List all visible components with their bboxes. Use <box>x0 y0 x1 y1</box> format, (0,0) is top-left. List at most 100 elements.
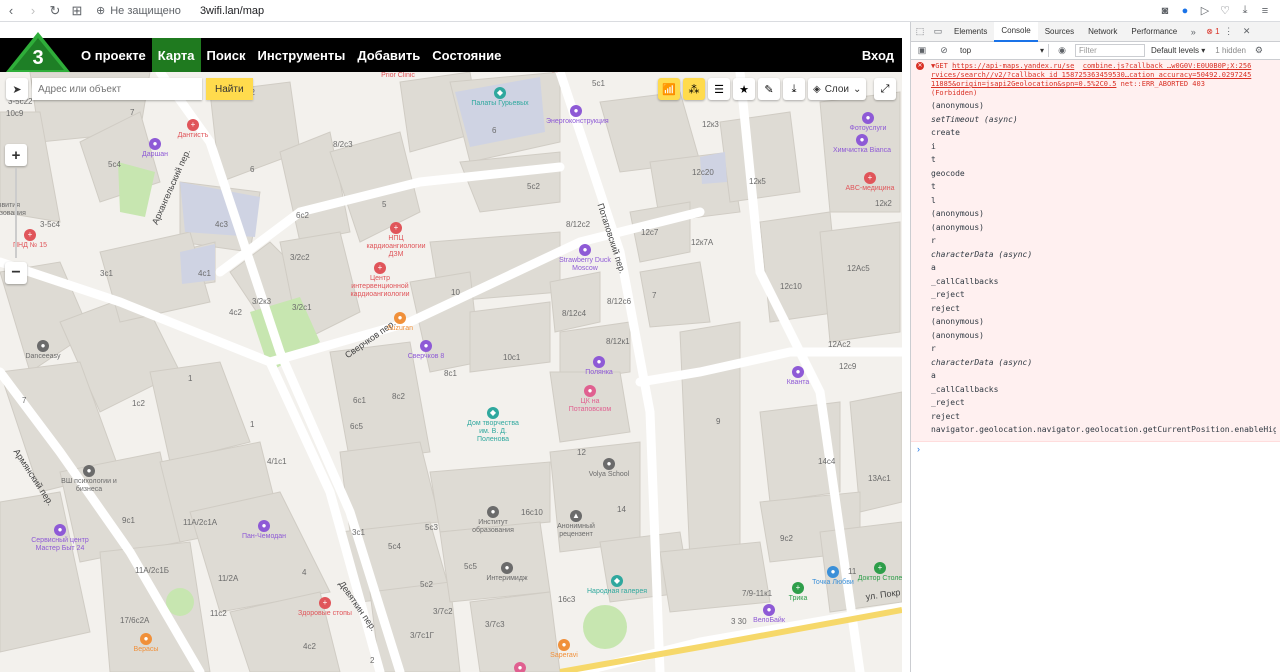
cluster-icon[interactable]: ⁂ <box>683 78 705 100</box>
poi-marker[interactable]: + Дантистъ <box>163 119 223 140</box>
geolocation-icon[interactable]: ➤ <box>6 78 28 100</box>
wifi-layer-icon[interactable]: 📶 <box>658 78 680 100</box>
tab-elements[interactable]: Elements <box>947 22 994 42</box>
log-levels-select[interactable]: Default levels ▾ <box>1151 46 1205 55</box>
building-number-label: 8/12с2 <box>566 220 591 229</box>
menu-icon[interactable]: ≡ <box>1258 4 1272 18</box>
url-text[interactable]: 3wifi.lan/map <box>200 5 264 17</box>
nav-add[interactable]: Добавить <box>351 38 426 72</box>
poi-marker[interactable]: + НПЦ кардиоангиологии ДЗМ <box>366 222 426 259</box>
poi-marker[interactable]: ● ВШ психологии и бизнеса <box>59 465 119 494</box>
site-logo[interactable]: 3 <box>6 32 70 72</box>
download-icon[interactable]: ⤓ <box>1238 4 1252 18</box>
nav-map[interactable]: Карта <box>151 38 201 72</box>
settings-gear-icon[interactable]: ⚙ <box>1250 41 1268 61</box>
poi-marker[interactable]: + ABC-медицина <box>840 172 900 193</box>
map-search-input[interactable] <box>32 78 202 100</box>
tab-performance[interactable]: Performance <box>1124 22 1184 42</box>
zoom-out-button[interactable]: − <box>5 262 27 284</box>
building-number-label: 4с2 <box>229 308 242 317</box>
poi-marker[interactable]: ● Сервисный центр Мастер Быт 24 <box>30 524 90 553</box>
poi-marker[interactable]: Девочки <box>536 72 596 74</box>
poi-icon: ● <box>487 506 499 518</box>
tab-sources[interactable]: Sources <box>1038 22 1081 42</box>
zoom-in-button[interactable]: + <box>5 144 27 166</box>
source-link[interactable]: combine.js?callback_…w0G0V:E0U0B0P;X:256 <box>1083 62 1252 70</box>
poi-marker[interactable]: Развития образования <box>0 202 35 218</box>
forward-icon[interactable]: › <box>22 0 44 22</box>
tab-network[interactable]: Network <box>1081 22 1124 42</box>
clear-console-icon[interactable]: ⊘ <box>935 41 953 61</box>
sidebar-toggle-icon[interactable]: ▣ <box>913 41 931 61</box>
login-link[interactable]: Вход <box>862 48 902 63</box>
poi-marker[interactable]: ● Институт образования <box>463 506 523 535</box>
map-search-button[interactable]: Найти <box>206 78 253 100</box>
context-select[interactable]: top ▾ <box>957 44 1049 57</box>
more-tabs-icon[interactable]: » <box>1184 22 1202 42</box>
poi-marker[interactable]: Prior Clinic <box>368 72 428 80</box>
poi-marker[interactable]: ◆ Дом творчества им. В. Д. Поленова <box>463 407 523 444</box>
address-bar[interactable]: ⊕ Не защищено 3wifi.lan/map <box>96 4 264 18</box>
poi-marker[interactable]: ● Сверчков 8 <box>396 340 456 361</box>
poi-marker[interactable]: ◆ Палаты Гурьевых <box>470 87 530 108</box>
download-icon[interactable]: ⤓ <box>783 78 805 100</box>
send-icon[interactable]: ▷ <box>1198 4 1212 18</box>
error-count-badge[interactable]: ⊗ 1 <box>1206 27 1219 36</box>
error-url-line-3[interactable]: 11885&origin=jsapi2Geolocation&spn=0.5%2… <box>931 80 1116 88</box>
building-number-label: 12с7 <box>641 228 659 237</box>
layers-icon: ◈ <box>813 83 821 95</box>
extension-icon[interactable]: ● <box>1178 4 1192 18</box>
poi-marker[interactable]: ● Danceeasy <box>13 340 73 361</box>
poi-marker[interactable]: ● Saperavi <box>534 639 594 660</box>
zoom-slider[interactable] <box>15 168 17 258</box>
poi-marker[interactable]: ● Даршан <box>125 138 185 159</box>
poi-marker[interactable]: + ПНД № 15 <box>0 229 60 250</box>
poi-marker[interactable]: ● Suzuran <box>370 312 430 333</box>
camera-icon[interactable]: ◙ <box>1158 4 1172 18</box>
poi-marker[interactable]: ● Volya School <box>579 458 639 479</box>
building-number-label: 17/6с2А <box>120 616 150 625</box>
layers-button[interactable]: ◈ Слои ⌄ <box>808 78 867 100</box>
poi-marker[interactable]: ●Вместе <box>490 662 550 672</box>
heart-icon[interactable]: ♡ <box>1218 4 1232 18</box>
poi-marker[interactable]: ▲ Анонимный рецензент <box>546 510 606 539</box>
nav-status[interactable]: Состояние <box>426 38 507 72</box>
console-filter-input[interactable]: Filter <box>1075 44 1145 57</box>
inspect-icon[interactable]: ⬚ <box>911 22 929 42</box>
poi-marker[interactable]: ● Фотоуслуги <box>838 112 898 133</box>
device-icon[interactable]: ▭ <box>929 22 947 42</box>
building-number-label: 6с2 <box>296 211 309 220</box>
error-url-line-2[interactable]: rvices/search//v2/?callback_id_158725363… <box>931 71 1251 79</box>
close-icon[interactable]: ✕ <box>1238 22 1256 42</box>
nav-search[interactable]: Поиск <box>201 38 252 72</box>
error-url-line-1[interactable]: https://api-maps.yandex.ru/se <box>952 62 1074 70</box>
reload-icon[interactable]: ↻ <box>44 0 66 22</box>
kebab-menu-icon[interactable]: ⋮ <box>1220 22 1238 42</box>
map-canvas[interactable]: 3-5с2210с972с265с48/2с35с1612к35с212с201… <box>0 72 902 672</box>
pin-icon[interactable]: ✎ <box>758 78 780 100</box>
poi-marker[interactable]: ● Верасы <box>116 633 176 654</box>
poi-marker[interactable]: + Центр интервенционной кардиоангиологии <box>350 262 410 299</box>
poi-marker[interactable]: ● Интеримидж <box>477 562 537 583</box>
poi-marker[interactable]: ● Энергоконструкция <box>546 105 609 126</box>
poi-marker[interactable]: ● Кванта <box>768 366 828 387</box>
poi-marker[interactable]: ● Химчистка Bianca <box>832 134 892 155</box>
eye-icon[interactable]: ◉ <box>1053 41 1071 61</box>
fullscreen-icon[interactable]: ⤢ <box>874 78 896 100</box>
poi-marker[interactable]: ◆ Народная галерея <box>587 575 647 596</box>
poi-marker[interactable]: ● ВелоБайк <box>739 604 799 625</box>
poi-marker[interactable]: ● Strawberry Duck Moscow <box>555 244 615 273</box>
poi-marker[interactable]: + Здоровые стопы <box>295 597 355 618</box>
poi-marker[interactable]: + Трика <box>768 582 828 603</box>
poi-marker[interactable]: ● Полянка <box>569 356 629 377</box>
list-icon[interactable]: ☰ <box>708 78 730 100</box>
console-prompt[interactable]: › <box>911 444 1280 454</box>
apps-icon[interactable]: ⊞ <box>66 0 88 22</box>
back-icon[interactable]: ‹ <box>0 0 22 22</box>
poi-marker[interactable]: ● ЦК на Потаповском <box>560 385 620 414</box>
nav-tools[interactable]: Инструменты <box>252 38 352 72</box>
star-icon[interactable]: ★ <box>733 78 755 100</box>
poi-marker[interactable]: ● Пан-Чемодан <box>234 520 294 541</box>
nav-about[interactable]: О проекте <box>75 38 152 72</box>
tab-console[interactable]: Console <box>994 21 1038 42</box>
